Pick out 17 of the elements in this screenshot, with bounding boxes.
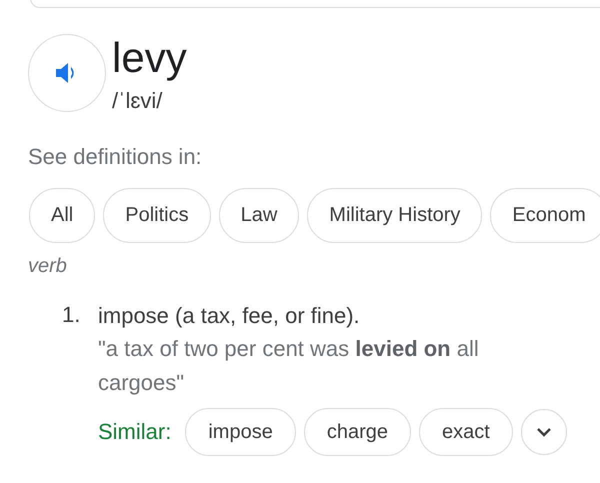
- category-chip[interactable]: Econom: [490, 188, 600, 243]
- synonym-chip[interactable]: exact: [418, 408, 513, 456]
- sense-number: 1.: [62, 302, 82, 329]
- category-chip[interactable]: Politics: [103, 188, 211, 243]
- example-sentence: "a tax of two per cent was levied on all cargoes": [98, 335, 480, 397]
- synonym-chip[interactable]: impose: [185, 408, 296, 456]
- category-chip[interactable]: Military History: [307, 188, 482, 243]
- part-of-speech: verb: [28, 255, 68, 278]
- category-chip[interactable]: Law: [218, 188, 300, 243]
- pronunciation: /ˈlɛvi/: [112, 87, 164, 115]
- synonym-chip[interactable]: charge: [304, 408, 411, 456]
- similar-label: Similar:: [98, 419, 172, 445]
- section-label: See definitions in:: [28, 144, 203, 170]
- chevron-down-icon: [536, 427, 552, 437]
- definition: impose (a tax, fee, or fine).: [98, 302, 361, 330]
- headword: levy: [112, 34, 187, 82]
- category-chip[interactable]: All: [29, 188, 96, 243]
